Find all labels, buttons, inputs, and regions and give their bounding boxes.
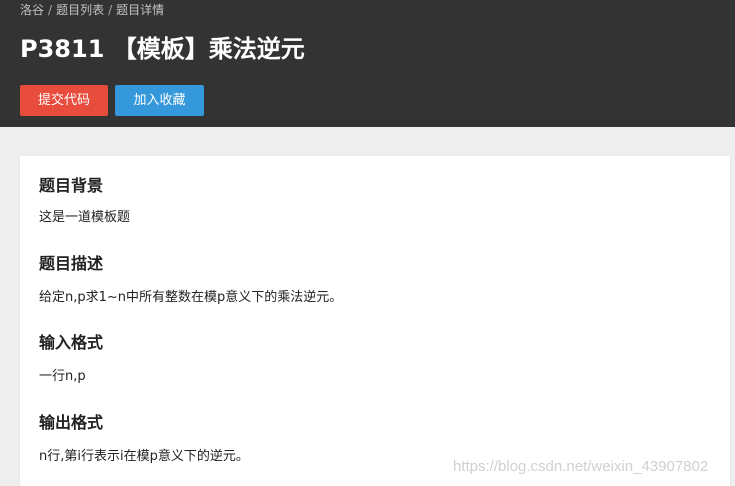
section-title-output-format: 输出格式 — [39, 413, 104, 432]
section-title-background: 题目背景 — [39, 176, 104, 195]
submit-code-button[interactable]: 提交代码 — [20, 85, 108, 116]
watermark: https://blog.csdn.net/weixin_43907802 — [453, 458, 709, 475]
breadcrumb-separator: / — [48, 3, 53, 17]
problem-content-card: 题目背景 这是一道模板题 题目描述 给定n,p求1~n中所有整数在模p意义下的乘… — [20, 156, 730, 486]
section-text-background: 这是一道模板题 — [39, 210, 131, 225]
breadcrumb-problem-list-link[interactable]: 题目列表 — [56, 3, 104, 17]
section-title-description: 题目描述 — [39, 254, 104, 273]
section-text-input-format: 一行n,p — [39, 369, 86, 384]
add-favorite-button[interactable]: 加入收藏 — [115, 85, 204, 116]
problem-header: 洛谷 / 题目列表 / 题目详情 P3811 【模板】乘法逆元 提交代码 加入收藏 — [0, 0, 735, 127]
section-title-input-format: 输入格式 — [39, 333, 104, 352]
breadcrumb-home-link[interactable]: 洛谷 — [20, 3, 44, 17]
page-title: P3811 【模板】乘法逆元 — [20, 35, 305, 63]
breadcrumb-separator: / — [108, 3, 113, 17]
breadcrumb-current: 题目详情 — [116, 3, 165, 17]
section-text-output-format: n行,第i行表示i在模p意义下的逆元。 — [39, 449, 249, 464]
section-text-description: 给定n,p求1~n中所有整数在模p意义下的乘法逆元。 — [39, 290, 343, 305]
breadcrumb: 洛谷 / 题目列表 / 题目详情 — [20, 3, 164, 17]
